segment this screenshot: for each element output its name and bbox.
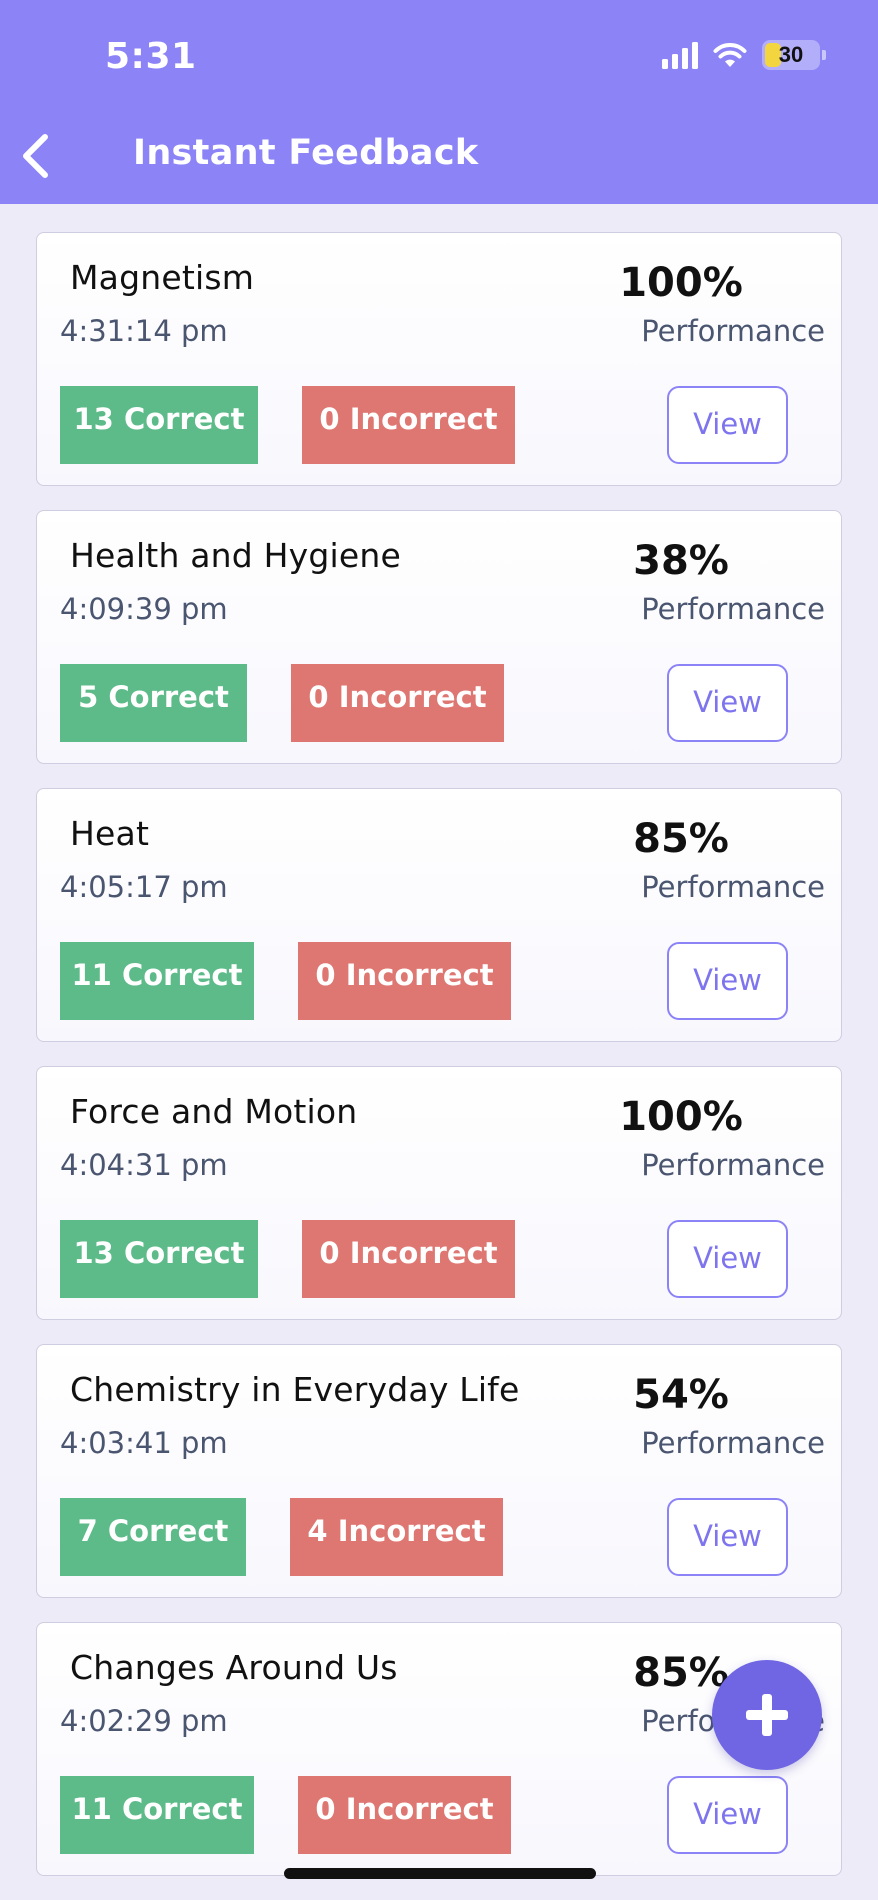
result-card: Magnetism 4:31:14 pm 100% Performance 13… <box>36 232 842 486</box>
incorrect-badge: 0 Incorrect <box>291 664 504 742</box>
chevron-left-icon[interactable] <box>16 132 56 180</box>
view-button[interactable]: View <box>667 1498 788 1576</box>
incorrect-badge: 0 Incorrect <box>298 942 511 1020</box>
cellular-signal-icon <box>662 41 698 69</box>
performance-label: Performance <box>641 592 825 626</box>
quiz-title: Chemistry in Everyday Life <box>70 1370 520 1409</box>
performance-label: Performance <box>641 870 825 904</box>
incorrect-badge: 0 Incorrect <box>298 1776 511 1854</box>
quiz-title: Magnetism <box>70 258 255 297</box>
home-indicator <box>284 1868 596 1879</box>
battery-icon: 30 <box>762 40 826 70</box>
status-icons: 30 <box>662 40 826 70</box>
results-list: Magnetism 4:31:14 pm 100% Performance 13… <box>36 232 842 1900</box>
quiz-time: 4:05:17 pm <box>60 870 228 904</box>
quiz-time: 4:03:41 pm <box>60 1426 228 1460</box>
battery-percent: 30 <box>778 42 804 67</box>
status-time: 5:31 <box>105 36 197 77</box>
quiz-title: Health and Hygiene <box>70 536 402 575</box>
result-card: Chemistry in Everyday Life 4:03:41 pm 54… <box>36 1344 842 1598</box>
incorrect-badge: 0 Incorrect <box>302 1220 515 1298</box>
app-header: 5:31 30 Instant Feedback <box>0 0 878 204</box>
page-title: Instant Feedback <box>133 133 479 173</box>
view-button[interactable]: View <box>667 1776 788 1854</box>
battery-nub <box>822 50 826 60</box>
correct-badge: 11 Correct <box>60 1776 254 1854</box>
performance-percent: 100% <box>619 260 743 306</box>
correct-badge: 7 Correct <box>60 1498 246 1576</box>
view-button[interactable]: View <box>667 386 788 464</box>
wifi-icon <box>713 43 747 67</box>
view-button[interactable]: View <box>667 1220 788 1298</box>
plus-icon <box>746 1694 788 1736</box>
quiz-time: 4:02:29 pm <box>60 1704 228 1738</box>
incorrect-badge: 4 Incorrect <box>290 1498 503 1576</box>
correct-badge: 13 Correct <box>60 1220 258 1298</box>
correct-badge: 11 Correct <box>60 942 254 1020</box>
quiz-title: Changes Around Us <box>70 1648 398 1687</box>
performance-label: Performance <box>641 1426 825 1460</box>
view-button[interactable]: View <box>667 664 788 742</box>
quiz-time: 4:09:39 pm <box>60 592 228 626</box>
correct-badge: 13 Correct <box>60 386 258 464</box>
result-card: Changes Around Us 4:02:29 pm 85% Perform… <box>36 1622 842 1876</box>
performance-percent: 85% <box>633 816 729 862</box>
result-card: Force and Motion 4:04:31 pm 100% Perform… <box>36 1066 842 1320</box>
quiz-title: Force and Motion <box>70 1092 358 1131</box>
view-button[interactable]: View <box>667 942 788 1020</box>
performance-percent: 38% <box>633 538 729 584</box>
result-card: Health and Hygiene 4:09:39 pm 38% Perfor… <box>36 510 842 764</box>
performance-percent: 100% <box>619 1094 743 1140</box>
performance-label: Performance <box>641 1148 825 1182</box>
performance-label: Performance <box>641 314 825 348</box>
correct-badge: 5 Correct <box>60 664 247 742</box>
incorrect-badge: 0 Incorrect <box>302 386 515 464</box>
quiz-time: 4:31:14 pm <box>60 314 228 348</box>
quiz-time: 4:04:31 pm <box>60 1148 228 1182</box>
quiz-title: Heat <box>70 814 150 853</box>
add-button[interactable] <box>712 1660 822 1770</box>
result-card: Heat 4:05:17 pm 85% Performance 11 Corre… <box>36 788 842 1042</box>
performance-percent: 54% <box>633 1372 729 1418</box>
